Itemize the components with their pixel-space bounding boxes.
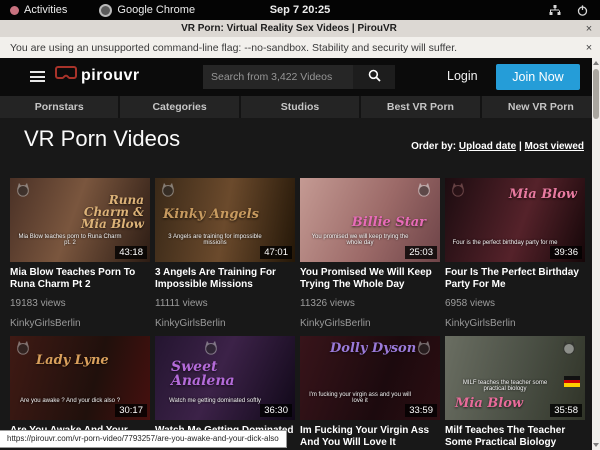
search-icon [368,69,381,85]
power-icon[interactable] [577,5,588,16]
video-thumbnail[interactable]: Kinky Angels 3 Angels are training for i… [155,178,295,262]
video-views: 11111 views [155,298,295,310]
video-card: Billie Star You promised we will keep tr… [300,178,440,336]
tab-bar: VR Porn: Virtual Reality Sex Videos | Pi… [0,20,600,37]
browser-viewport: pirouvr Login Join Now Pornstars Categor… [0,58,600,450]
video-grid: Runa Charm & Mia Blow Mia Blow teaches p… [10,178,585,450]
menu-icon[interactable] [30,71,45,82]
main-nav: Pornstars Categories Studios Best VR Por… [0,96,600,118]
site-header: pirouvr Login Join Now [0,58,600,96]
thumb-caption: MILF teaches the teacher some practical … [445,380,585,392]
duration-badge: 35:58 [550,404,582,417]
order-separator: | [519,141,522,152]
order-by: Order by: Upload date | Most viewed [411,141,584,152]
join-now-button[interactable]: Join Now [496,64,580,90]
studio-watermark-icon [160,182,176,202]
video-thumbnail[interactable]: Sweet Analena Watch me getting dominated… [155,336,295,420]
video-card: Runa Charm & Mia Blow Mia Blow teaches p… [10,178,150,336]
studio-link[interactable]: KinkyGirlsBerlin [300,318,440,330]
page-title: VR Porn Videos [24,126,180,152]
thumb-overlay-title: Mia Blow [509,188,577,201]
duration-badge: 47:01 [260,246,292,259]
tab-title: VR Porn: Virtual Reality Sex Videos | Pi… [0,23,578,34]
video-title[interactable]: Four Is The Perfect Birthday Party For M… [445,267,585,290]
network-icon[interactable] [549,4,561,16]
video-thumbnail[interactable]: Lady Lyne Are you awake ? And your dick … [10,336,150,420]
studio-watermark-icon [203,340,219,360]
video-thumbnail[interactable]: Mia Blow Four is the perfect birthday pa… [445,178,585,262]
nav-item-new-vr-porn[interactable]: New VR Porn [482,96,600,118]
order-most-viewed-link[interactable]: Most viewed [525,141,584,152]
video-thumbnail[interactable]: Mia Blow MILF teaches the teacher some p… [445,336,585,420]
search-button[interactable] [353,65,395,89]
infobar-close-icon[interactable]: × [578,42,600,54]
studio-watermark-icon [561,340,577,360]
studio-watermark-icon [416,182,432,202]
thumb-overlay-title: Dolly Dyson [330,342,416,355]
infobar: You are using an unsupported command-lin… [0,37,600,58]
system-bar: Activities Google Chrome Sep 7 20:25 [0,0,600,20]
video-views: 6958 views [445,298,585,310]
video-views: 11326 views [300,298,440,310]
studio-watermark-icon [15,340,31,360]
duration-badge: 33:59 [405,404,437,417]
scroll-down-icon[interactable] [592,440,600,450]
video-title[interactable]: You Promised We Will Keep Trying The Who… [300,267,440,290]
thumb-caption: Mia Blow teaches porn to Runa Charm pt. … [10,234,150,246]
scrollbar[interactable] [592,58,600,450]
order-upload-date-link[interactable]: Upload date [459,141,516,152]
duration-badge: 25:03 [405,246,437,259]
video-title[interactable]: 3 Angels Are Training For Impossible Mis… [155,267,295,290]
thumb-overlay-title: Sweet Analena [171,360,251,388]
studio-link[interactable]: KinkyGirlsBerlin [155,318,295,330]
site-logo-text: pirouvr [81,67,140,85]
status-url-tooltip: https://pirouvr.com/vr-porn-video/779325… [0,430,287,448]
nav-item-categories[interactable]: Categories [120,96,238,118]
video-card: Kinky Angels 3 Angels are training for i… [155,178,295,336]
tab-close-icon[interactable]: × [578,23,600,35]
video-thumbnail[interactable]: Dolly Dyson I'm fucking your virgin ass … [300,336,440,420]
video-title[interactable]: Im Fucking Your Virgin Ass And You Will … [300,425,440,448]
video-views: 19183 views [10,298,150,310]
studio-watermark-icon [450,182,466,202]
login-link[interactable]: Login [447,69,478,83]
video-thumbnail[interactable]: Runa Charm & Mia Blow Mia Blow teaches p… [10,178,150,262]
studio-watermark-icon [15,182,31,202]
video-title[interactable]: Milf Teaches The Teacher Some Practical … [445,425,585,448]
thumb-overlay-title: Kinky Angels [163,208,259,221]
thumb-caption: I'm fucking your virgin ass and you will… [300,392,440,404]
duration-badge: 39:36 [550,246,582,259]
thumb-overlay-title: Mia Blow [455,397,523,410]
scroll-up-icon[interactable] [592,58,600,68]
search-input[interactable] [203,65,353,89]
infobar-message: You are using an unsupported command-lin… [10,42,578,54]
duration-badge: 36:30 [260,404,292,417]
duration-badge: 43:18 [115,246,147,259]
thumb-caption: You promised we will keep trying the who… [300,234,440,246]
site-logo[interactable]: pirouvr [55,66,140,85]
studio-link[interactable]: KinkyGirlsBerlin [10,318,150,330]
nav-item-pornstars[interactable]: Pornstars [0,96,118,118]
video-title[interactable]: Mia Blow Teaches Porn To Runa Charm Pt 2 [10,267,150,290]
scrollbar-thumb[interactable] [593,69,599,119]
thumb-overlay-title: Runa Charm & Mia Blow [64,194,144,230]
vr-headset-icon [55,66,77,85]
studio-watermark-icon [416,340,432,360]
thumb-caption: 3 Angels are training for impossible mis… [155,234,295,246]
nav-item-studios[interactable]: Studios [241,96,359,118]
video-card: Mia Blow MILF teaches the teacher some p… [445,336,585,450]
video-thumbnail[interactable]: Billie Star You promised we will keep tr… [300,178,440,262]
thumb-overlay-title: Lady Lyne [36,354,109,367]
video-card: Dolly Dyson I'm fucking your virgin ass … [300,336,440,450]
order-by-label: Order by: [411,141,456,152]
clock[interactable]: Sep 7 20:25 [0,4,600,16]
video-card: Mia Blow Four is the perfect birthday pa… [445,178,585,336]
nav-item-best-vr-porn[interactable]: Best VR Porn [361,96,479,118]
thumb-overlay-title: Billie Star [352,216,426,229]
studio-link[interactable]: KinkyGirlsBerlin [445,318,585,330]
duration-badge: 30:17 [115,404,147,417]
